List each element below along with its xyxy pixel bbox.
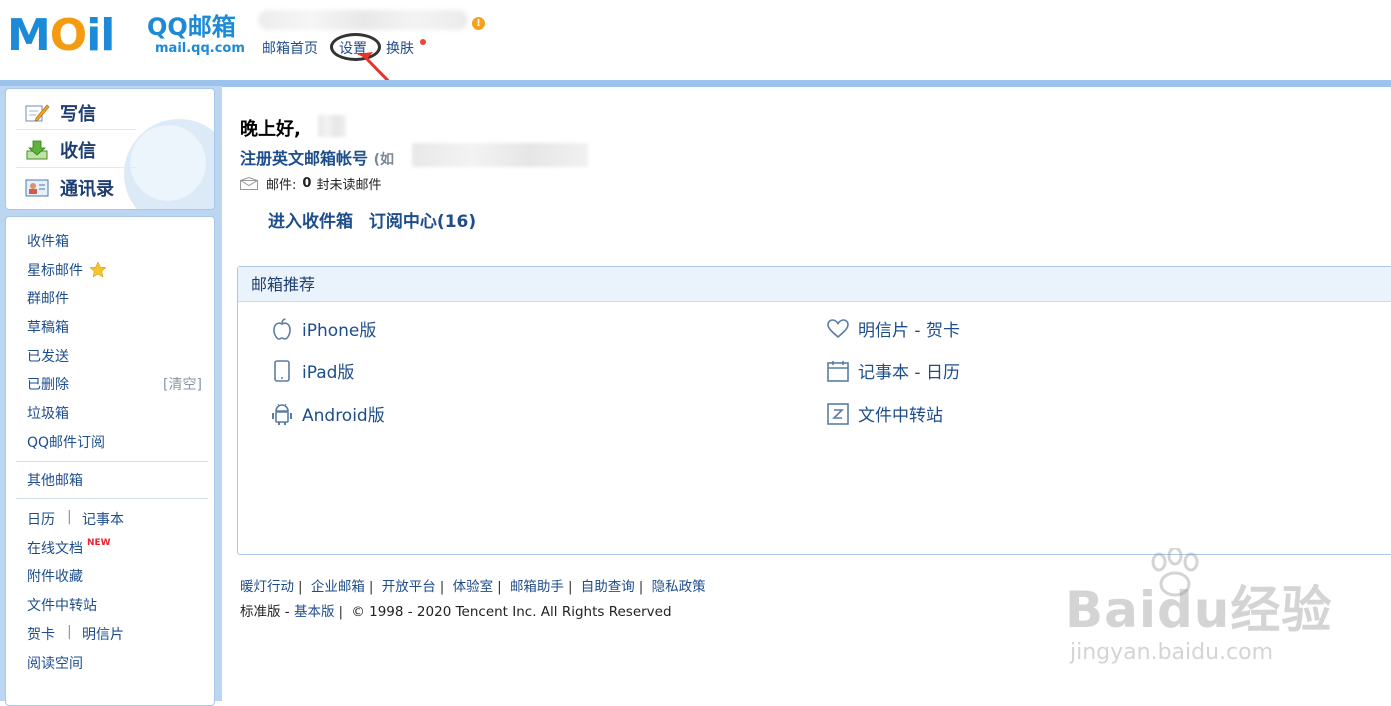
file-transfer-station-link[interactable]: 文件中转站: [826, 401, 943, 426]
iphone-label: iPhone版: [302, 321, 377, 341]
footer: 暖灯行动 | 企业邮箱 | 开放平台 | 体验室 | 邮箱助手 | 自助查询 | 隐私政策 …: [240, 575, 706, 625]
calendar-link[interactable]: 日历: [27, 509, 55, 529]
tablet-icon: [270, 359, 294, 383]
compose-button[interactable]: 写信: [24, 97, 194, 129]
android-icon: [270, 402, 294, 426]
calendar-icon: [826, 359, 850, 383]
register-hint: (如: [373, 152, 394, 168]
folder-starred[interactable]: 星标邮件: [27, 260, 108, 280]
folder-group-mail[interactable]: 群邮件: [27, 288, 69, 308]
iphone-app-link[interactable]: iPhone版: [270, 316, 376, 341]
contacts-icon: [24, 177, 50, 199]
blurred-email-example: [412, 143, 588, 167]
online-docs-label: 在线文档: [27, 541, 83, 557]
blurred-name: [318, 115, 346, 137]
notepad-calendar-link[interactable]: 记事本 - 日历: [826, 358, 960, 383]
footer-links: 暖灯行动 | 企业邮箱 | 开放平台 | 体验室 | 邮箱助手 | 自助查询 | 隐私政策: [240, 579, 706, 595]
compose-label: 写信: [60, 104, 96, 125]
version-dash: -: [284, 604, 290, 620]
sidebar: 写信 收信 通讯录 收件箱 星标邮件 群邮件 草稿箱 已发送 已删除 [清空] …: [0, 86, 222, 706]
folder-inbox[interactable]: 收件箱: [27, 231, 69, 251]
contacts-label: 通讯录: [60, 179, 114, 200]
footer-link[interactable]: 体验室: [453, 579, 494, 595]
footer-link[interactable]: 企业邮箱: [311, 579, 365, 595]
recommend-title: 邮箱推荐: [238, 267, 1391, 302]
standard-version: 标准版: [240, 604, 281, 620]
inbox-download-icon: [24, 139, 50, 161]
primary-links: 进入收件箱 订阅中心(16): [268, 207, 486, 232]
new-badge: NEW: [87, 538, 111, 548]
qq-mail-logo[interactable]: MOil QQ邮箱 mail.qq.com: [7, 10, 245, 61]
file-transfer-icon: [826, 402, 850, 426]
envelope-icon: [240, 177, 258, 190]
folder-qq-subscriptions[interactable]: QQ邮件订阅: [27, 432, 105, 452]
apple-icon: [270, 317, 294, 341]
logo-domain: mail.qq.com: [155, 41, 245, 56]
file-transfer-label: 文件中转站: [858, 406, 943, 426]
header: MOil QQ邮箱 mail.qq.com ! 邮箱首页 设置 换肤: [0, 0, 1391, 98]
file-transfer-link[interactable]: 文件中转站: [27, 595, 97, 615]
empty-trash-link[interactable]: [清空]: [163, 374, 202, 394]
folder-divider: [16, 461, 208, 462]
ipad-label: iPad版: [302, 363, 355, 383]
enter-inbox-link[interactable]: 进入收件箱: [268, 212, 353, 232]
greeting-text: 晚上好,: [240, 119, 301, 140]
heart-icon: [826, 317, 850, 341]
greeting: 晚上好,: [240, 115, 301, 141]
basic-version-link[interactable]: 基本版: [294, 604, 335, 620]
folder-sent[interactable]: 已发送: [27, 346, 69, 366]
quick-actions-panel: 写信 收信 通讯录: [5, 88, 215, 210]
blurred-username: [258, 10, 468, 30]
android-label: Android版: [302, 406, 385, 426]
postcard-greeting-card-link[interactable]: 明信片 - 贺卡: [826, 316, 960, 341]
mail-label: 邮件:: [266, 178, 297, 193]
footer-link[interactable]: 暖灯行动: [240, 579, 294, 595]
cards-link[interactable]: 贺卡: [27, 624, 55, 644]
unread-count: 0: [302, 176, 312, 191]
skin-notification-dot: [420, 39, 426, 45]
logo-moil-text: MOil: [7, 10, 115, 61]
attachments-link[interactable]: 附件收藏: [27, 566, 83, 586]
nav-mail-home[interactable]: 邮箱首页: [262, 38, 318, 58]
postcards-link[interactable]: 明信片: [82, 624, 124, 644]
receive-mail-button[interactable]: 收信: [24, 134, 194, 166]
notepad-calendar-label: 记事本 - 日历: [858, 363, 960, 383]
copyright: © 1998 - 2020 Tencent Inc. All Rights Re…: [351, 604, 672, 620]
subscription-center-link[interactable]: 订阅中心(16): [369, 212, 476, 232]
main-content: 晚上好, 注册英文邮箱帐号 (如 邮件: 0 封未读邮件 进入收件箱 订阅中心(…: [222, 86, 1391, 701]
compose-icon: [24, 102, 50, 124]
mail-status: 邮件: 0 封未读邮件: [240, 174, 381, 193]
separator: |: [67, 509, 72, 525]
online-docs-link[interactable]: 在线文档 NEW: [27, 538, 111, 558]
folder-drafts[interactable]: 草稿箱: [27, 317, 69, 337]
ipad-app-link[interactable]: iPad版: [270, 358, 354, 383]
warning-icon[interactable]: !: [472, 17, 485, 30]
folder-spam[interactable]: 垃圾箱: [27, 403, 69, 423]
separator: |: [67, 624, 72, 640]
notepad-link[interactable]: 记事本: [82, 509, 124, 529]
register-english-account: 注册英文邮箱帐号 (如: [240, 145, 394, 169]
unread-suffix: 封未读邮件: [316, 178, 382, 193]
reading-space-link[interactable]: 阅读空间: [27, 653, 83, 673]
folder-divider: [16, 498, 208, 499]
footer-link[interactable]: 自助查询: [581, 579, 635, 595]
folder-list: 收件箱 星标邮件 群邮件 草稿箱 已发送 已删除 [清空] 垃圾箱 QQ邮件订阅…: [5, 216, 215, 706]
folder-deleted[interactable]: 已删除: [27, 374, 69, 394]
postcard-label: 明信片 - 贺卡: [858, 321, 960, 341]
footer-link[interactable]: 隐私政策: [652, 579, 706, 595]
contacts-button[interactable]: 通讯录: [24, 172, 194, 204]
mailbox-recommend-panel: 邮箱推荐 iPhone版 iPad版 Android版 明信片 - 贺卡 记事本…: [237, 266, 1391, 555]
folder-starred-label: 星标邮件: [27, 263, 83, 279]
footer-copyright-row: 标准版 - 基本版 | © 1998 - 2020 Tencent Inc. Al…: [240, 604, 672, 620]
footer-link[interactable]: 开放平台: [382, 579, 436, 595]
register-link[interactable]: 注册英文邮箱帐号: [240, 149, 368, 168]
star-icon: [89, 261, 108, 278]
receive-mail-label: 收信: [60, 141, 96, 162]
logo-brand: QQ邮箱: [147, 13, 236, 41]
android-app-link[interactable]: Android版: [270, 401, 385, 426]
footer-link[interactable]: 邮箱助手: [510, 579, 564, 595]
folder-other-mailbox[interactable]: 其他邮箱: [27, 470, 83, 490]
